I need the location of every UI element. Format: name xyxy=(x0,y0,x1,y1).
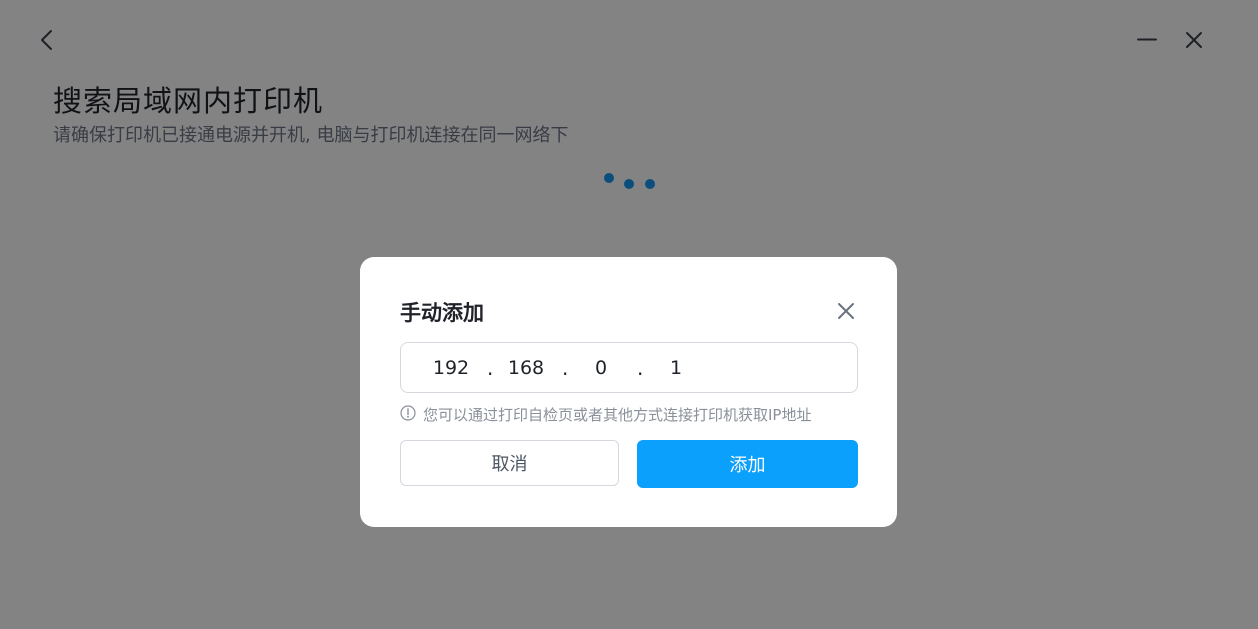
ip-octet-3-input[interactable] xyxy=(571,343,631,392)
ip-separator: . xyxy=(487,356,494,380)
info-circle-icon xyxy=(400,405,416,421)
dialog-title: 手动添加 xyxy=(400,301,484,325)
cancel-button[interactable]: 取消 xyxy=(400,440,619,486)
manual-add-dialog: 手动添加 . . . 您可以通过打印自检页或者其他方式连接打印机获取IP地址 取… xyxy=(360,257,897,527)
ip-octet-2-input[interactable] xyxy=(496,343,556,392)
ip-separator: . xyxy=(637,356,644,380)
add-button[interactable]: 添加 xyxy=(637,440,858,488)
close-icon xyxy=(838,303,854,319)
hint-text: 您可以通过打印自检页或者其他方式连接打印机获取IP地址 xyxy=(423,406,812,424)
ip-octet-4-input[interactable] xyxy=(646,343,706,392)
ip-separator: . xyxy=(562,356,569,380)
ip-octet-1-input[interactable] xyxy=(421,343,481,392)
ip-address-field: . . . xyxy=(400,342,858,393)
dialog-close-button[interactable] xyxy=(834,299,858,323)
